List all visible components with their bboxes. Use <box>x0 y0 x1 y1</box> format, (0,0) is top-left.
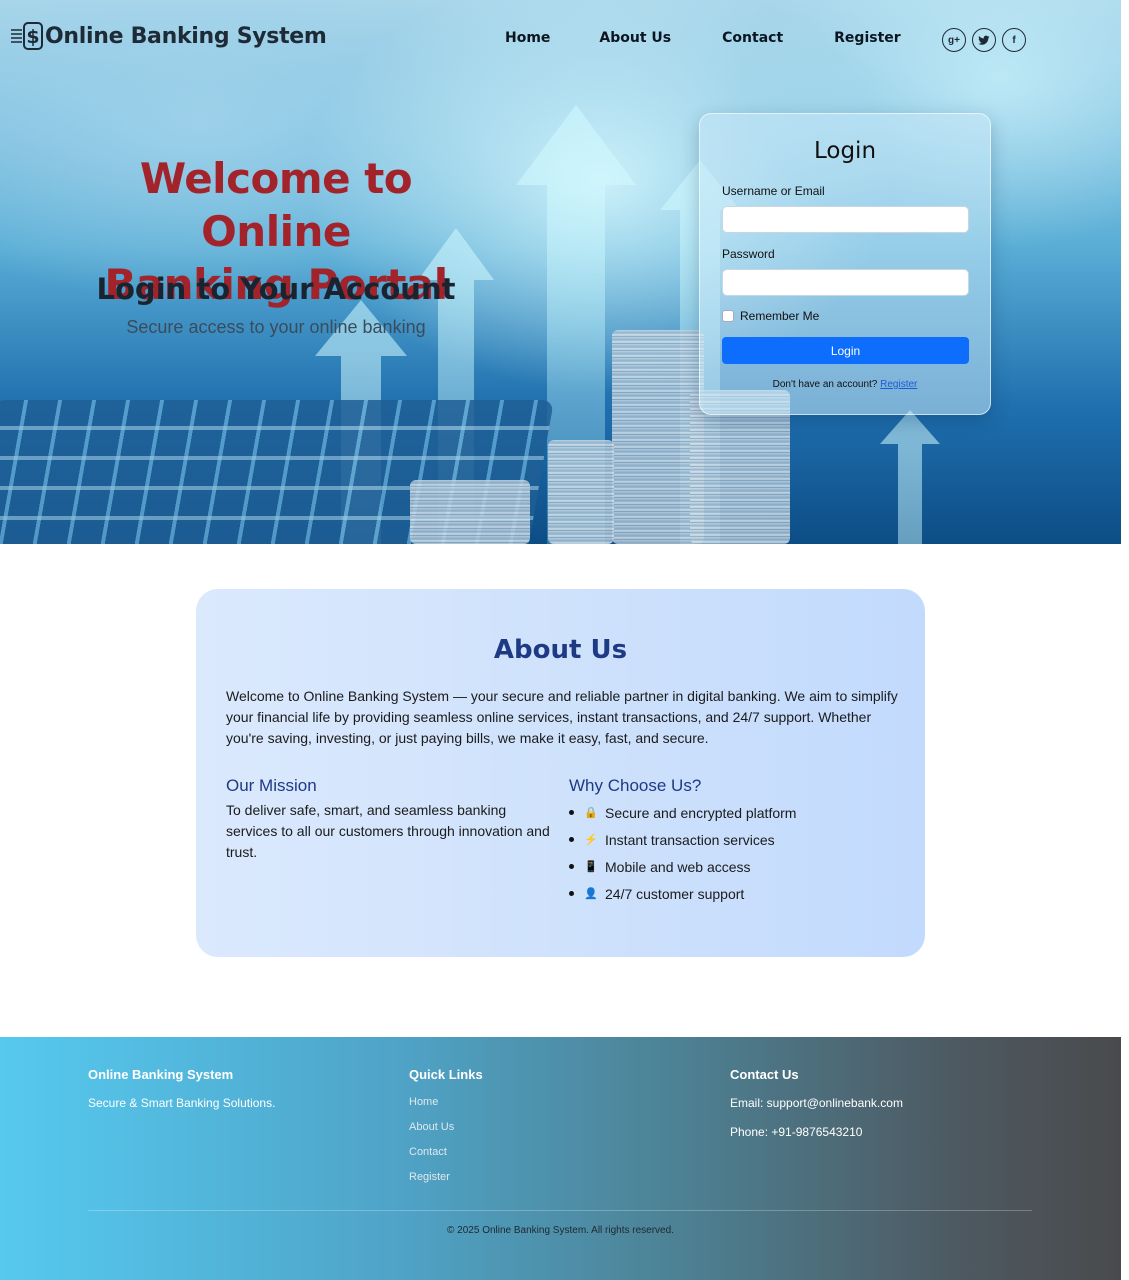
mission-text: To deliver safe, smart, and seamless ban… <box>226 802 550 860</box>
lock-icon: 🔒 <box>584 807 598 819</box>
footer-divider <box>88 1210 1032 1211</box>
footer-link-about-us[interactable]: About Us <box>409 1121 454 1133</box>
brand-logo[interactable]: $ Online Banking System <box>10 20 327 52</box>
list-item-text: Instant transaction services <box>605 831 775 848</box>
hero-title-line1: Welcome to Online <box>139 154 413 256</box>
list-item: 📱 Mobile and web access <box>569 853 796 880</box>
mission-title: Our Mission <box>226 776 317 795</box>
register-link[interactable]: Register <box>880 379 917 390</box>
contact-title: Contact Us <box>730 1067 799 1082</box>
contact-phone: Phone: +91-9876543210 <box>730 1125 863 1139</box>
nav-home[interactable]: Home <box>505 30 550 46</box>
nav-about-us[interactable]: About Us <box>599 30 671 46</box>
hero-subtitle: Login to Your Account <box>96 272 456 306</box>
decorative-arrow <box>880 410 940 544</box>
quick-links-title: Quick Links <box>409 1067 483 1082</box>
login-button[interactable]: Login <box>722 337 969 364</box>
contact-email: Email: support@onlinebank.com <box>730 1096 903 1110</box>
login-title: Login <box>813 138 877 164</box>
nav-contact[interactable]: Contact <box>722 30 783 46</box>
footer-link-contact[interactable]: Contact <box>409 1146 447 1158</box>
coin-stack <box>548 440 614 544</box>
no-account-text: Don't have an account? <box>772 379 878 390</box>
lightning-icon: ⚡ <box>584 834 598 846</box>
list-item-text: Mobile and web access <box>605 858 751 875</box>
support-person-icon: 👤 <box>584 888 598 900</box>
list-item: 🔒 Secure and encrypted platform <box>569 799 796 826</box>
password-input[interactable] <box>722 269 969 296</box>
username-input[interactable] <box>722 206 969 233</box>
about-title: About Us <box>493 635 628 665</box>
password-label: Password <box>722 247 775 261</box>
register-prompt: Don't have an account? Register <box>700 379 990 390</box>
remember-me[interactable]: Remember Me <box>722 309 819 323</box>
list-item-text: 24/7 customer support <box>605 885 745 902</box>
main-nav: Home About Us Contact Register <box>505 30 901 46</box>
hero-tagline: Secure access to your online banking <box>126 317 426 337</box>
why-choose-title: Why Choose Us? <box>569 776 702 795</box>
list-item: 👤 24/7 customer support <box>569 880 796 907</box>
username-label: Username or Email <box>722 184 825 198</box>
nav-register[interactable]: Register <box>834 30 901 46</box>
remember-me-label: Remember Me <box>740 309 820 323</box>
twitter-icon[interactable] <box>972 28 996 52</box>
about-section: About Us Welcome to Online Banking Syste… <box>196 589 925 957</box>
footer-brand-tagline: Secure & Smart Banking Solutions. <box>88 1096 276 1110</box>
list-item-text: Secure and encrypted platform <box>605 804 797 821</box>
dollar-coin-icon: $ <box>10 20 44 52</box>
copyright: © 2025 Online Banking System. All rights… <box>447 1225 674 1236</box>
facebook-icon[interactable]: f <box>1002 28 1026 52</box>
remember-me-checkbox[interactable] <box>722 310 734 322</box>
google-plus-icon[interactable]: g+ <box>942 28 966 52</box>
footer-link-home[interactable]: Home <box>409 1096 438 1108</box>
why-choose-list: 🔒 Secure and encrypted platform ⚡ Instant … <box>569 799 796 907</box>
mobile-phone-icon: 📱 <box>584 861 598 873</box>
social-links: g+ f <box>942 28 1026 52</box>
footer-link-register[interactable]: Register <box>409 1171 450 1183</box>
site-footer: Online Banking System Secure & Smart Ban… <box>0 1037 1121 1280</box>
about-intro: Welcome to Online Banking System — your … <box>226 688 898 746</box>
svg-text:$: $ <box>26 26 39 48</box>
list-item: ⚡ Instant transaction services <box>569 826 796 853</box>
footer-brand-title: Online Banking System <box>88 1067 234 1082</box>
coin-stack <box>410 480 530 544</box>
login-card: Login Username or Email Password Remembe… <box>699 113 991 415</box>
site-title: Online Banking System <box>45 23 327 49</box>
